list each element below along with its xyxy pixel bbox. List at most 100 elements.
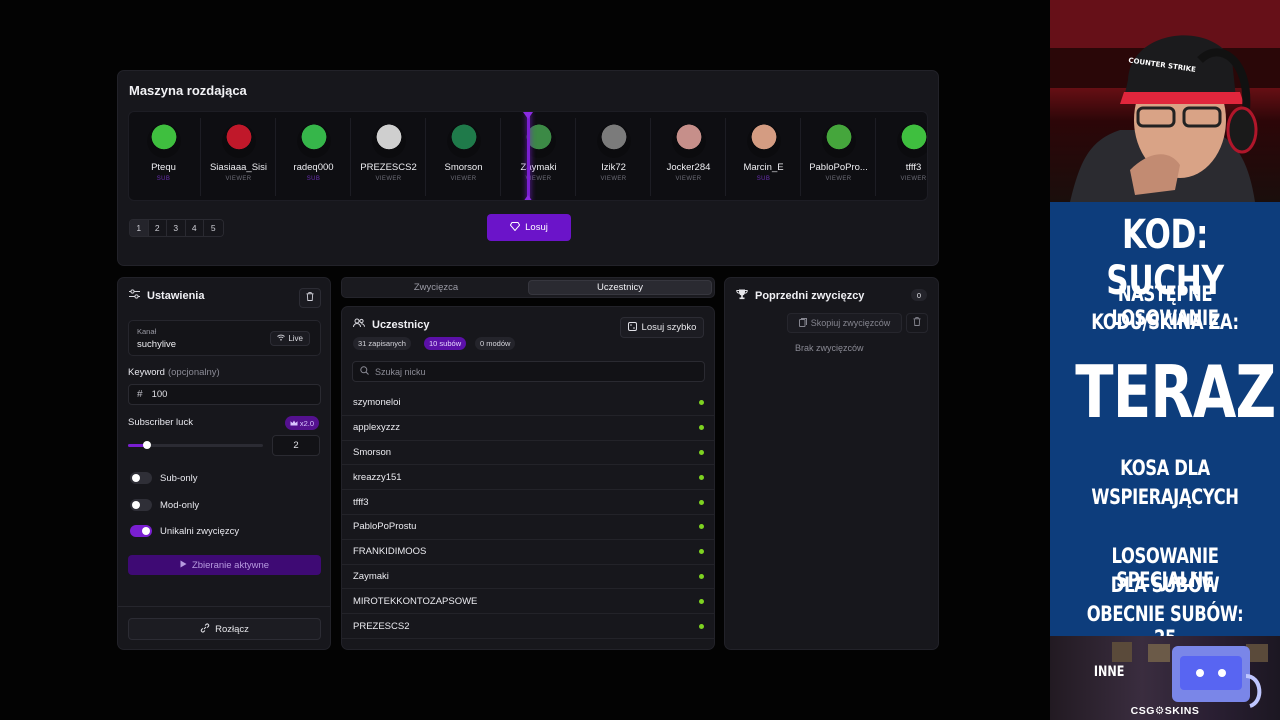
participant-row[interactable]: applexyzzz bbox=[342, 416, 714, 441]
participant-row[interactable]: PREZESCS2 bbox=[342, 614, 714, 639]
collecting-active-label: Zbieranie aktywne bbox=[191, 559, 270, 571]
reel-user-role: VIEWER bbox=[225, 176, 252, 182]
collecting-active-button[interactable]: Zbieranie aktywne bbox=[128, 555, 321, 575]
sub-luck-slider[interactable] bbox=[128, 441, 263, 449]
avatar bbox=[221, 124, 256, 158]
tab-participants[interactable]: Uczestnicy bbox=[528, 280, 712, 295]
settings-delete-button[interactable] bbox=[299, 288, 321, 308]
unlink-icon bbox=[200, 623, 210, 636]
disconnect-button[interactable]: Rozłącz bbox=[128, 618, 321, 640]
toggle-sub-only[interactable]: Sub-only bbox=[130, 472, 198, 484]
participant-name: PabloPoProstu bbox=[353, 521, 417, 533]
keyword-label-text: Keyword bbox=[128, 367, 165, 378]
participants-list: szymoneloi applexyzzz Smorson kreazzy151 tff… bbox=[342, 391, 714, 639]
sponsor-banner: INNE CSG⚙SKINS bbox=[1050, 636, 1280, 720]
page-3-button[interactable]: 3 bbox=[167, 220, 186, 236]
previous-winners-panel: Poprzedni zwycięzcy 0 Skopiuj zwycięzców… bbox=[724, 277, 939, 650]
participant-row[interactable]: Zaymaki bbox=[342, 565, 714, 590]
page-5-button[interactable]: 5 bbox=[204, 220, 223, 236]
participant-name: applexyzzz bbox=[353, 422, 400, 434]
search-input[interactable]: Szukaj nicku bbox=[352, 361, 705, 382]
reel-user-role: VIEWER bbox=[675, 176, 702, 182]
reel-user-card: Izik72 VIEWER bbox=[577, 118, 651, 196]
sub-only-switch[interactable] bbox=[130, 472, 152, 484]
toggle-mod-only[interactable]: Mod-only bbox=[130, 499, 199, 511]
search-icon bbox=[360, 366, 369, 377]
no-winners-text: Brak zwycięzców bbox=[795, 343, 864, 353]
hash-icon: # bbox=[137, 389, 143, 400]
previous-title: Poprzedni zwycięzcy bbox=[755, 290, 865, 302]
reel-user-card: tfff3 VIEWER bbox=[877, 118, 927, 196]
trash-icon bbox=[913, 317, 921, 329]
disconnect-label: Rozłącz bbox=[215, 623, 249, 635]
avatar bbox=[671, 124, 706, 158]
participant-row[interactable]: kreazzy151 bbox=[342, 465, 714, 491]
unique-winners-switch[interactable] bbox=[130, 525, 152, 537]
participant-row[interactable]: PabloPoProstu bbox=[342, 515, 714, 540]
channel-box: Kanał suchylive Live bbox=[128, 320, 321, 356]
avatar bbox=[746, 124, 781, 158]
sub-luck-value-input[interactable]: 2 bbox=[272, 435, 320, 456]
reel-user-role: VIEWER bbox=[450, 176, 477, 182]
switch-knob bbox=[132, 474, 140, 482]
draw-button[interactable]: Losuj bbox=[487, 214, 571, 241]
participant-row[interactable]: MIROTEKKONTOZAPSOWE bbox=[342, 589, 714, 615]
reel-user-role: VIEWER bbox=[900, 176, 927, 182]
toggle-unique-winners[interactable]: Unikalni zwycięzcy bbox=[130, 525, 239, 537]
keyword-optional: (opcjonalny) bbox=[167, 367, 220, 378]
promo-panel: KOD: SUCHY NASTĘPNE LOSOWANIE KODU/SKINA… bbox=[1050, 202, 1280, 650]
live-status-button[interactable]: Live bbox=[270, 331, 310, 346]
play-icon bbox=[180, 560, 187, 571]
tab-winner[interactable]: Zwycięzca bbox=[344, 280, 528, 295]
participant-row[interactable]: Smorson bbox=[342, 441, 714, 466]
wifi-icon bbox=[277, 334, 286, 343]
sub-luck-multiplier-badge: x2.0 bbox=[284, 416, 319, 430]
avatar bbox=[821, 124, 856, 158]
reel-user-name: Siasiaaa_Sisi bbox=[209, 162, 268, 173]
online-status-dot bbox=[699, 400, 704, 406]
draw-button-label: Losuj bbox=[525, 222, 548, 233]
reel-user-card: PREZESCS2 VIEWER bbox=[352, 118, 426, 196]
reel-user-card: Siasiaaa_Sisi VIEWER bbox=[202, 118, 276, 196]
reel-user-name: Smorson bbox=[444, 162, 483, 173]
clear-winners-button[interactable] bbox=[906, 313, 928, 333]
keyword-label: Keyword (opcjonalny) bbox=[128, 367, 220, 378]
sub-luck-badge-text: x2.0 bbox=[299, 418, 314, 428]
page-1-button[interactable]: 1 bbox=[130, 220, 149, 236]
reel-user-role: VIEWER bbox=[375, 176, 402, 182]
reel-user-card: Jocker284 VIEWER bbox=[652, 118, 726, 196]
promo-kosa-line1: KOSA DLA bbox=[1120, 456, 1210, 480]
page-4-button[interactable]: 4 bbox=[185, 220, 204, 236]
reel-user-role: SUB bbox=[306, 176, 321, 182]
stream-overlay: COUNTER STRIKE KOD: SUCHY NASTĘPNE LOSOW… bbox=[1050, 0, 1280, 720]
participant-name: FRANKIDIMOOS bbox=[353, 546, 427, 558]
avatar bbox=[896, 124, 927, 158]
avatar bbox=[296, 124, 331, 158]
participants-panel: Uczestnicy 31 zapisanych 10 subów 0 modó… bbox=[341, 306, 715, 650]
giveaway-machine-panel: Maszyna rozdająca Ptequ SUB Siasiaaa_Sisi V… bbox=[117, 70, 939, 266]
participant-row[interactable]: szymoneloi bbox=[342, 391, 714, 416]
avatar bbox=[371, 124, 406, 158]
sub-luck-slider-thumb[interactable] bbox=[142, 441, 151, 449]
saved-count-badge: 31 zapisanych bbox=[353, 337, 411, 350]
dice-icon bbox=[627, 321, 637, 334]
participant-name: tfff3 bbox=[353, 496, 369, 508]
reel-user-name: Jocker284 bbox=[666, 162, 711, 173]
participant-row[interactable]: tfff3 bbox=[342, 490, 714, 515]
page-2-button[interactable]: 2 bbox=[148, 220, 167, 236]
keyword-input[interactable]: # 100 bbox=[128, 384, 321, 405]
search-placeholder: Szukaj nicku bbox=[375, 366, 426, 377]
mod-only-switch[interactable] bbox=[130, 499, 152, 511]
reel-user-name: PabloPoPro... bbox=[809, 162, 868, 173]
online-status-dot bbox=[699, 449, 704, 455]
previous-count-badge: 0 bbox=[911, 289, 927, 301]
fast-draw-button[interactable]: Losuj szybko bbox=[620, 317, 704, 338]
copy-icon bbox=[798, 317, 807, 329]
users-icon bbox=[353, 318, 366, 331]
participant-row[interactable]: FRANKIDIMOOS bbox=[342, 540, 714, 565]
participants-header: Uczestnicy bbox=[353, 318, 429, 331]
fast-draw-label: Losuj szybko bbox=[641, 322, 697, 333]
copy-winners-button[interactable]: Skopiuj zwycięzców bbox=[787, 313, 902, 333]
reel-user-role: SUB bbox=[756, 176, 771, 182]
sliders-icon bbox=[129, 289, 140, 302]
